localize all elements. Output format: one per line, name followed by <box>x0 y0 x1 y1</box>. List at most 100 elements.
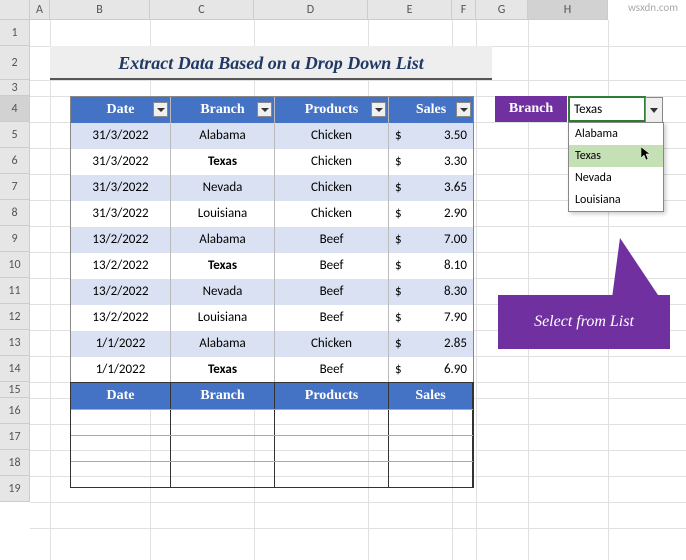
cell-products[interactable]: Chicken <box>275 123 389 149</box>
col-header-G[interactable]: G <box>476 0 528 20</box>
table-row[interactable]: 13/2/2022NevadaBeef$8.30 <box>71 279 473 305</box>
col-header-B[interactable]: B <box>50 0 150 20</box>
cell-date[interactable]: 13/2/2022 <box>71 253 171 279</box>
cell-branch[interactable]: Nevada <box>171 175 275 201</box>
cell-products[interactable]: Beef <box>275 253 389 279</box>
cell-currency[interactable]: $ <box>389 331 419 357</box>
row-header-17[interactable]: 17 <box>0 424 30 450</box>
filter-icon[interactable] <box>371 102 386 117</box>
col-header-sales[interactable]: Sales <box>389 97 473 123</box>
col-header-products[interactable]: Products <box>275 97 389 123</box>
cell-sales[interactable]: 6.90 <box>419 357 473 383</box>
cell-date[interactable]: 13/2/2022 <box>71 227 171 253</box>
cell-products[interactable]: Chicken <box>275 331 389 357</box>
col-header-F[interactable]: F <box>452 0 476 20</box>
cell-sales[interactable]: 7.90 <box>419 305 473 331</box>
col-header-E[interactable]: E <box>368 0 452 20</box>
cell-sales[interactable]: 3.65 <box>419 175 473 201</box>
cell-branch[interactable]: Louisiana <box>171 201 275 227</box>
row-header-11[interactable]: 11 <box>0 278 30 304</box>
table-row[interactable]: 31/3/2022NevadaChicken$3.65 <box>71 175 473 201</box>
cell-currency[interactable]: $ <box>389 357 419 383</box>
out-cell[interactable] <box>389 462 473 487</box>
out-cell[interactable] <box>71 410 171 435</box>
cell-currency[interactable]: $ <box>389 149 419 175</box>
cell-branch[interactable]: Texas <box>171 149 275 175</box>
row-header-16[interactable]: 16 <box>0 398 30 424</box>
cell-products[interactable]: Beef <box>275 357 389 383</box>
dropdown-button[interactable] <box>645 97 663 123</box>
col-header-branch[interactable]: Branch <box>171 97 275 123</box>
out-cell[interactable] <box>275 462 389 487</box>
cell-date[interactable]: 31/3/2022 <box>71 123 171 149</box>
col-header-H[interactable]: H <box>528 0 608 20</box>
row-header-12[interactable]: 12 <box>0 304 30 330</box>
cell-products[interactable]: Chicken <box>275 149 389 175</box>
col-header-date[interactable]: Date <box>71 97 171 123</box>
cell-products[interactable]: Chicken <box>275 201 389 227</box>
cell-date[interactable]: 13/2/2022 <box>71 279 171 305</box>
col-header-C[interactable]: C <box>150 0 254 20</box>
out-cell[interactable] <box>71 436 171 461</box>
filter-icon[interactable] <box>456 102 471 117</box>
table-row[interactable]: 13/2/2022LouisianaBeef$7.90 <box>71 305 473 331</box>
table-row[interactable]: 31/3/2022TexasChicken$3.30 <box>71 149 473 175</box>
cell-branch[interactable]: Alabama <box>171 123 275 149</box>
row-header-1[interactable]: 1 <box>0 20 30 46</box>
cell-branch[interactable]: Nevada <box>171 279 275 305</box>
cell-branch[interactable]: Texas <box>171 253 275 279</box>
cell-date[interactable]: 1/1/2022 <box>71 357 171 383</box>
cell-currency[interactable]: $ <box>389 253 419 279</box>
row-header-14[interactable]: 14 <box>0 356 30 382</box>
row-header-5[interactable]: 5 <box>0 122 30 148</box>
row-header-13[interactable]: 13 <box>0 330 30 356</box>
cell-products[interactable]: Beef <box>275 227 389 253</box>
out-cell[interactable] <box>275 436 389 461</box>
row-header-18[interactable]: 18 <box>0 450 30 476</box>
cell-branch[interactable]: Louisiana <box>171 305 275 331</box>
cell-date[interactable]: 31/3/2022 <box>71 175 171 201</box>
table-row[interactable]: 13/2/2022AlabamaBeef$7.00 <box>71 227 473 253</box>
dropdown-list[interactable]: AlabamaTexasNevadaLouisiana <box>568 122 664 212</box>
cell-currency[interactable]: $ <box>389 305 419 331</box>
dropdown-item[interactable]: Louisiana <box>569 189 663 211</box>
row-header-2[interactable]: 2 <box>0 46 30 80</box>
filter-icon[interactable] <box>153 102 168 117</box>
cell-currency[interactable]: $ <box>389 175 419 201</box>
row-header-7[interactable]: 7 <box>0 174 30 200</box>
cell-currency[interactable]: $ <box>389 123 419 149</box>
cell-currency[interactable]: $ <box>389 279 419 305</box>
row-header-3[interactable]: 3 <box>0 80 30 96</box>
cell-date[interactable]: 31/3/2022 <box>71 149 171 175</box>
row-header-9[interactable]: 9 <box>0 226 30 252</box>
cell-branch[interactable]: Alabama <box>171 227 275 253</box>
cell-date[interactable]: 13/2/2022 <box>71 305 171 331</box>
table-row[interactable]: 1/1/2022TexasBeef$6.90 <box>71 357 473 383</box>
row-header-4[interactable]: 4 <box>0 96 30 122</box>
row-header-15[interactable]: 15 <box>0 382 30 398</box>
table-row[interactable]: 1/1/2022AlabamaChicken$2.85 <box>71 331 473 357</box>
cell-sales[interactable]: 3.50 <box>419 123 473 149</box>
cell-sales[interactable]: 3.30 <box>419 149 473 175</box>
cell-products[interactable]: Beef <box>275 305 389 331</box>
cell-products[interactable]: Beef <box>275 279 389 305</box>
out-cell[interactable] <box>389 436 473 461</box>
cell-sales[interactable]: 8.10 <box>419 253 473 279</box>
cell-sales[interactable]: 7.00 <box>419 227 473 253</box>
out-cell[interactable] <box>171 410 275 435</box>
out-cell[interactable] <box>275 410 389 435</box>
cell-branch[interactable]: Texas <box>171 357 275 383</box>
dropdown-item[interactable]: Alabama <box>569 123 663 145</box>
out-cell[interactable] <box>171 436 275 461</box>
col-header-D[interactable]: D <box>254 0 368 20</box>
cell-sales[interactable]: 2.90 <box>419 201 473 227</box>
table-row[interactable]: 13/2/2022TexasBeef$8.10 <box>71 253 473 279</box>
cell-branch[interactable]: Alabama <box>171 331 275 357</box>
row-header-8[interactable]: 8 <box>0 200 30 226</box>
cell-date[interactable]: 31/3/2022 <box>71 201 171 227</box>
cell-currency[interactable]: $ <box>389 227 419 253</box>
dropdown-item[interactable]: Nevada <box>569 167 663 189</box>
out-cell[interactable] <box>171 462 275 487</box>
out-cell[interactable] <box>389 410 473 435</box>
dropdown-item[interactable]: Texas <box>569 145 663 167</box>
